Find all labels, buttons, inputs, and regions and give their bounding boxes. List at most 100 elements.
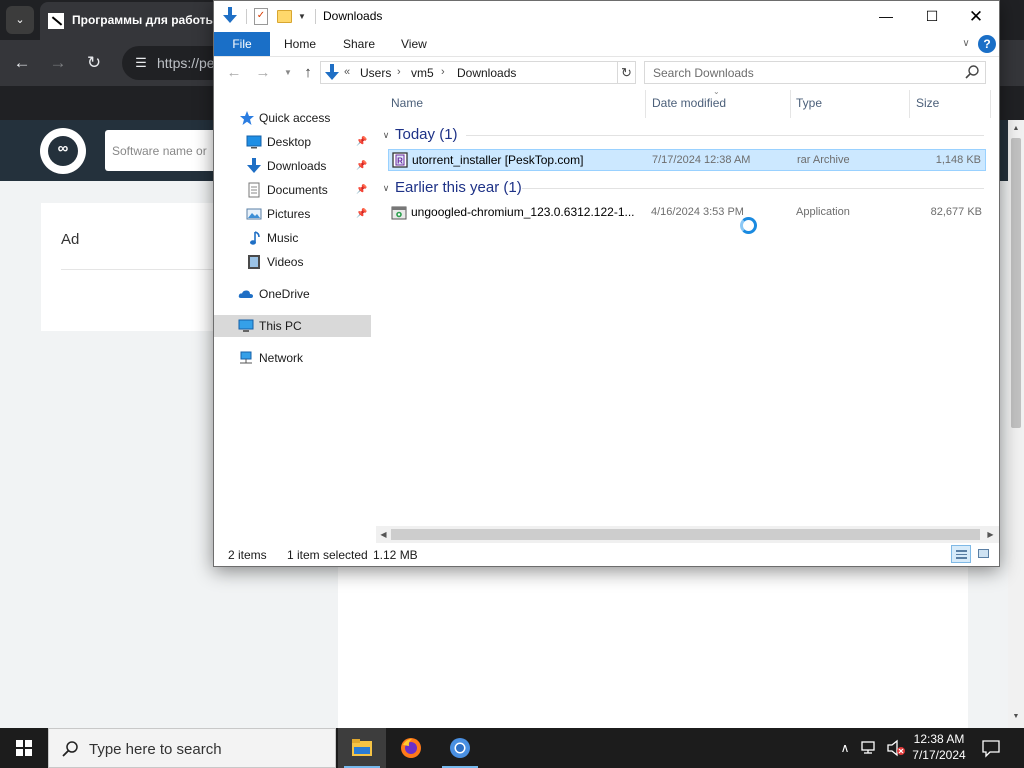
column-header-size[interactable]: Size xyxy=(916,96,939,110)
expand-ribbon-chevron-icon[interactable]: ∨ xyxy=(958,34,974,54)
taskbar-search-box[interactable]: Type here to search xyxy=(48,728,336,768)
taskbar-chromium[interactable] xyxy=(436,728,484,768)
close-button[interactable]: ✕ xyxy=(953,1,999,32)
browser-scrollbar[interactable]: ▲ ▼ xyxy=(1008,120,1024,728)
nav-item-videos[interactable]: Videos xyxy=(214,251,370,273)
large-icons-view-icon[interactable] xyxy=(974,545,994,563)
taskbar-file-explorer[interactable] xyxy=(338,728,386,768)
details-view-glyph xyxy=(956,550,967,559)
tab-view[interactable]: View xyxy=(401,32,427,56)
taskbar-clock[interactable]: 12:38 AM 7/17/2024 xyxy=(906,731,972,765)
toolbar-divider xyxy=(246,9,247,24)
notification-center-icon[interactable] xyxy=(980,738,1002,758)
nav-item-onedrive[interactable]: OneDrive xyxy=(214,283,370,305)
tab-file[interactable]: File xyxy=(214,32,270,56)
help-icon[interactable]: ? xyxy=(978,35,996,53)
nav-item-label: Videos xyxy=(267,255,304,269)
breadcrumb-downloads[interactable]: Downloads xyxy=(457,66,516,80)
file-type: rar Archive xyxy=(797,154,850,166)
refresh-button[interactable]: ↻ xyxy=(618,61,636,84)
scroll-left-icon[interactable]: ◀ xyxy=(376,526,391,543)
forward-arrow-icon[interactable]: → xyxy=(253,63,273,83)
start-button[interactable] xyxy=(0,728,48,768)
details-view-icon[interactable] xyxy=(951,545,971,563)
collapse-chevron-icon[interactable]: ∨ xyxy=(380,182,392,194)
show-hidden-icons-chevron-icon[interactable]: ∧ xyxy=(838,740,852,756)
nav-item-desktop[interactable]: Desktop 📌 xyxy=(214,131,370,153)
breadcrumb-separator-icon[interactable]: › xyxy=(397,66,401,78)
browser-back-icon[interactable]: ← xyxy=(11,52,33,74)
column-divider[interactable] xyxy=(990,90,991,118)
minimize-button[interactable]: — xyxy=(863,1,909,32)
search-downloads-input[interactable] xyxy=(644,61,986,84)
file-row[interactable]: R utorrent_installer [PeskTop.com] 7/17/… xyxy=(388,149,986,171)
nav-item-music[interactable]: Music xyxy=(214,227,370,249)
column-header-type[interactable]: Type xyxy=(796,96,822,110)
pin-icon[interactable]: 📌 xyxy=(356,183,368,195)
breadcrumb-separator-icon[interactable]: › xyxy=(441,66,445,78)
recent-locations-chevron-icon[interactable]: ▼ xyxy=(284,63,296,83)
network-status-icon[interactable] xyxy=(860,739,878,757)
refresh-icon[interactable]: ↻ xyxy=(619,65,634,80)
breadcrumb-vm5[interactable]: vm5 xyxy=(411,66,434,80)
group-header-today[interactable]: ∨ Today (1) xyxy=(380,124,986,146)
pin-icon[interactable]: 📌 xyxy=(356,207,368,219)
downloads-arrow-icon[interactable] xyxy=(222,7,238,25)
breadcrumb-users[interactable]: Users xyxy=(360,66,391,80)
nav-item-label: Pictures xyxy=(267,207,311,221)
site-info-icon[interactable]: ☰ xyxy=(130,52,152,74)
nav-item-quick-access[interactable]: Quick access xyxy=(214,107,370,129)
horizontal-scroll-thumb[interactable] xyxy=(391,529,980,540)
pin-icon[interactable]: 📌 xyxy=(356,159,368,171)
column-divider[interactable] xyxy=(645,90,646,118)
tab-home[interactable]: Home xyxy=(284,32,316,56)
scroll-up-icon[interactable]: ▲ xyxy=(1008,122,1024,136)
column-divider[interactable] xyxy=(790,90,791,118)
file-row[interactable]: ungoogled-chromium_123.0.6312.122-1.... … xyxy=(388,202,986,224)
scroll-down-icon[interactable]: ▼ xyxy=(1008,710,1024,724)
nav-item-network[interactable]: Network xyxy=(214,347,370,369)
music-icon xyxy=(250,231,260,245)
browser-reload-icon[interactable]: ↻ xyxy=(83,52,105,74)
nav-item-downloads[interactable]: Downloads 📌 xyxy=(214,155,370,177)
site-logo[interactable] xyxy=(40,128,86,174)
maximize-button[interactable]: ☐ xyxy=(909,1,955,32)
collapse-chevron-icon[interactable]: ∨ xyxy=(380,129,392,141)
breadcrumb-overflow-icon[interactable]: « xyxy=(344,66,350,78)
column-divider[interactable] xyxy=(909,90,910,118)
nav-item-pictures[interactable]: Pictures 📌 xyxy=(214,203,370,225)
browser-scroll-thumb[interactable] xyxy=(1011,138,1021,428)
selection-count: 1 item selected xyxy=(287,548,368,562)
new-folder-icon[interactable] xyxy=(277,10,292,23)
nav-item-this-pc[interactable]: This PC xyxy=(214,315,371,337)
customize-toolbar-chevron-icon[interactable]: ▼ xyxy=(298,10,308,24)
tab-favicon-icon xyxy=(48,13,64,29)
tab-share[interactable]: Share xyxy=(343,32,375,56)
address-bar[interactable]: « Users › vm5 › Downloads ∨ xyxy=(320,61,714,84)
group-label: Today (1) xyxy=(395,126,458,143)
browser-forward-icon[interactable]: → xyxy=(47,52,69,74)
column-header-date-modified[interactable]: Date modified xyxy=(652,96,726,110)
site-main-column xyxy=(338,566,968,728)
search-icon[interactable] xyxy=(964,64,980,80)
file-name[interactable]: utorrent_installer [PeskTop.com] xyxy=(412,153,583,167)
pin-icon[interactable]: 📌 xyxy=(356,135,368,147)
tab-search-button[interactable]: ⌄ xyxy=(6,6,34,34)
navigation-pane: Quick access Desktop 📌 Downloads 📌 Docum… xyxy=(214,90,374,530)
taskbar-search-placeholder[interactable]: Type here to search xyxy=(89,741,222,758)
file-list: ⌄ Name Date modified Type Size ∨ Today (… xyxy=(376,87,999,530)
omnibox-url[interactable]: https://pe xyxy=(157,55,215,71)
nav-item-label: This PC xyxy=(259,319,302,333)
ad-divider xyxy=(61,269,216,270)
file-list-horizontal-scrollbar[interactable]: ◀ ▶ xyxy=(376,526,999,543)
properties-icon[interactable]: ✓ xyxy=(254,8,268,25)
scroll-right-icon[interactable]: ▶ xyxy=(983,526,998,543)
up-arrow-icon[interactable]: ↑ xyxy=(298,63,318,83)
taskbar-firefox[interactable] xyxy=(387,728,435,768)
back-arrow-icon[interactable]: ← xyxy=(224,63,244,83)
volume-muted-icon[interactable] xyxy=(886,739,906,757)
group-header-earlier-this-year[interactable]: ∨ Earlier this year (1) xyxy=(380,177,986,199)
nav-item-documents[interactable]: Documents 📌 xyxy=(214,179,370,201)
file-name[interactable]: ungoogled-chromium_123.0.6312.122-1.... xyxy=(411,205,635,219)
column-header-name[interactable]: Name xyxy=(391,96,423,110)
